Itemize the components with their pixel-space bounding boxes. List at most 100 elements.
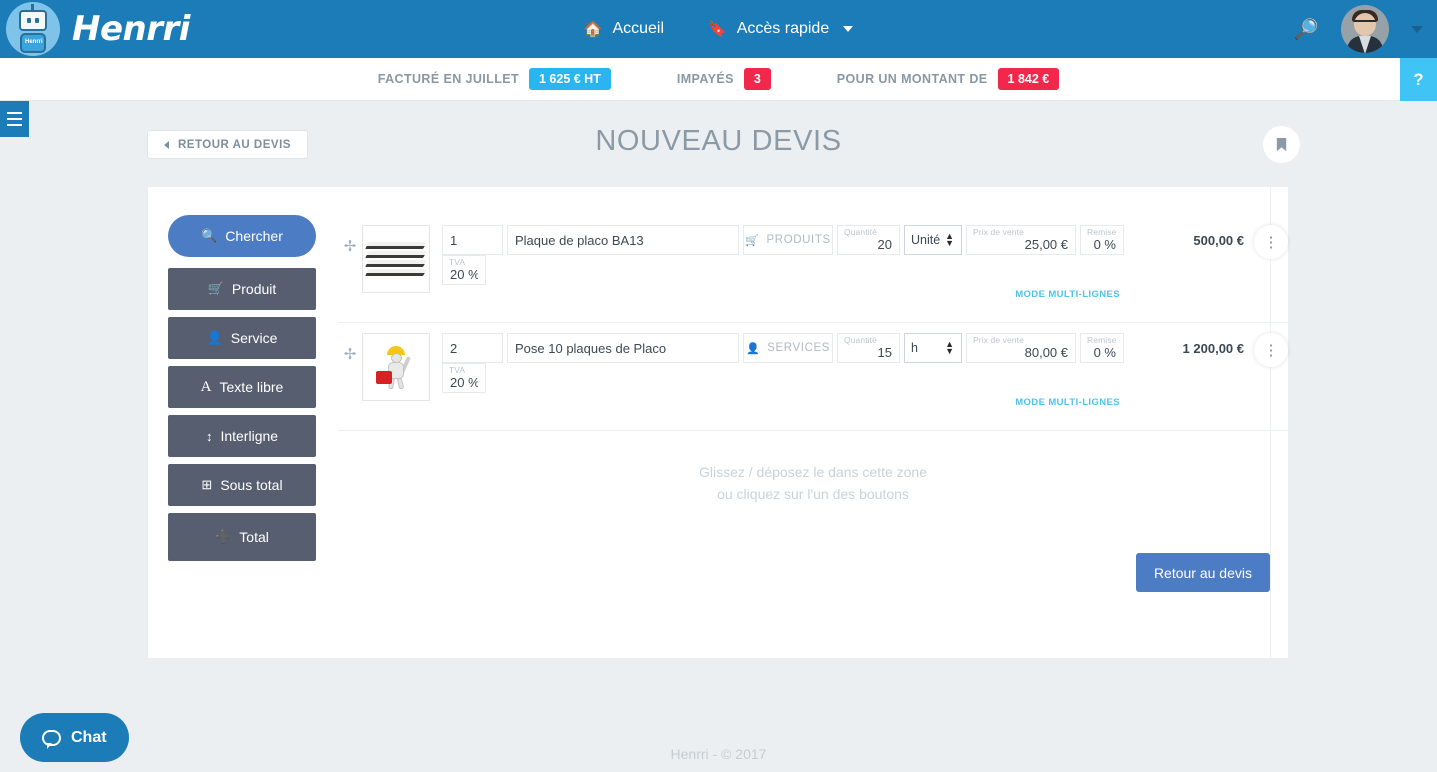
stat-factured: FACTURÉ EN JUILLET 1 625 € HT	[378, 68, 611, 90]
plus-square-icon: ⊞	[201, 477, 213, 492]
search-icon: 🔍	[201, 228, 218, 243]
line-unit-select-wrap[interactable]: Unité ▲ ▼	[904, 225, 962, 255]
table-row: ✢ 2 Pose 10 plaques de Placo 👤 SERVICES …	[338, 323, 1288, 431]
user-icon: 👤	[745, 342, 761, 355]
arrows-v-icon: ↕	[205, 428, 213, 444]
line-thumbnail[interactable]	[362, 333, 430, 401]
stat-unpaid-value: 3	[743, 68, 771, 90]
line-vat-field[interactable]: TVA	[442, 255, 486, 285]
line-discount-input[interactable]	[1081, 334, 1123, 362]
sidebar-item-interligne[interactable]: ↕ Interligne	[168, 415, 316, 457]
line-unit-select-wrap[interactable]: h ▲ ▼	[904, 333, 962, 363]
drag-handle-icon[interactable]: ✢	[338, 333, 362, 363]
sidebar-item-service-label: Service	[230, 330, 278, 346]
line-vat-input[interactable]	[443, 364, 485, 392]
line-ref-field[interactable]	[442, 225, 503, 255]
line-designation-field[interactable]	[507, 225, 739, 255]
home-icon: 🏠	[583, 20, 603, 38]
line-quantity-field[interactable]: Quantité	[837, 225, 900, 255]
line-items-area: ✢ 🛒 PRODUITS	[338, 187, 1288, 658]
stat-unpaid: IMPAYÉS 3	[677, 68, 771, 90]
back-to-quote-button[interactable]: Retour au devis	[1135, 553, 1270, 592]
line-unit-select[interactable]: h	[905, 334, 961, 362]
top-navbar: Henrri Henrri 🏠 Accueil 🔖 Accès rapide 🔍	[0, 0, 1437, 58]
line-price-field[interactable]: Prix de vente	[966, 225, 1076, 255]
nav-link-accueil-label: Accueil	[612, 20, 665, 37]
line-quantity-input[interactable]	[838, 334, 899, 362]
line-total: 1 200,00 €	[1182, 341, 1244, 356]
brand-logo[interactable]: Henrri Henrri	[0, 0, 190, 58]
search-icon[interactable]: 🔍	[1294, 17, 1319, 42]
multiline-mode-link[interactable]: MODE MULTI-LIGNES	[442, 397, 1148, 408]
user-menu-chevron-down-icon[interactable]	[1411, 25, 1423, 33]
row-menu-button[interactable]: ⋮	[1254, 333, 1288, 367]
stat-amount-value: 1 842 €	[997, 68, 1060, 90]
bookmark-icon: 🔖	[708, 20, 727, 38]
line-category-selector[interactable]: 👤 SERVICES	[743, 333, 833, 363]
multiline-mode-link[interactable]: MODE MULTI-LIGNES	[442, 289, 1148, 300]
sidebar-item-total-label: Total	[239, 529, 269, 545]
table-row: ✢ 🛒 PRODUITS	[338, 215, 1288, 323]
avatar[interactable]	[1341, 5, 1389, 53]
drop-zone-line1: Glissez / déposez le dans cette zone	[698, 464, 928, 480]
nav-link-accueil[interactable]: 🏠 Accueil	[584, 20, 664, 38]
line-total: 500,00 €	[1193, 233, 1244, 248]
bookmark-icon	[1276, 137, 1287, 152]
line-discount-field[interactable]: Remise	[1080, 333, 1124, 363]
line-vat-field[interactable]: TVA	[442, 363, 486, 393]
stats-bar: FACTURÉ EN JUILLET 1 625 € HT IMPAYÉS 3 …	[0, 58, 1437, 101]
stat-factured-value: 1 625 € HT	[529, 68, 611, 90]
sidebar-item-texte-libre-label: Texte libre	[219, 379, 284, 395]
line-thumbnail[interactable]	[362, 225, 430, 293]
line-price-input[interactable]	[967, 334, 1075, 362]
line-fields: 👤 SERVICES Quantité h ▲▼ Prix de	[442, 333, 1148, 408]
sidebar-item-produit[interactable]: 🛒 Produit	[168, 268, 316, 310]
line-quantity-field[interactable]: Quantité	[837, 333, 900, 363]
site-footer: Henrri - © 2017	[670, 746, 767, 762]
drop-zone[interactable]: Glissez / déposez le dans cette zone ou …	[338, 431, 1288, 539]
help-button[interactable]: ?	[1400, 58, 1437, 101]
line-price-input[interactable]	[967, 226, 1075, 254]
sidebar-item-sous-total-label: Sous total	[220, 477, 283, 493]
line-ref-input[interactable]	[443, 334, 502, 362]
stat-amount: POUR UN MONTANT DE 1 842 €	[836, 68, 1060, 90]
nav-link-acces-rapide-label: Accès rapide	[736, 20, 830, 37]
stat-amount-label: POUR UN MONTANT DE	[836, 72, 988, 86]
nav-links: 🏠 Accueil 🔖 Accès rapide	[0, 20, 1437, 38]
line-price-field[interactable]: Prix de vente	[966, 333, 1076, 363]
line-unit-select[interactable]: Unité	[905, 226, 961, 254]
line-discount-input[interactable]	[1081, 226, 1123, 254]
nav-link-acces-rapide[interactable]: 🔖 Accès rapide	[708, 20, 854, 38]
plus-circle-icon: ➕	[215, 529, 232, 544]
line-vat-input[interactable]	[443, 256, 485, 284]
cart-icon: 🛒	[745, 234, 760, 247]
line-category-label: SERVICES	[767, 342, 831, 354]
line-designation-input[interactable]	[508, 334, 738, 362]
sidebar-item-chercher[interactable]: 🔍 Chercher	[168, 215, 316, 257]
line-designation-field[interactable]	[507, 333, 739, 363]
sidebar-item-texte-libre[interactable]: A Texte libre	[168, 366, 316, 408]
cart-icon: 🛒	[207, 281, 224, 296]
line-designation-input[interactable]	[508, 226, 738, 254]
line-quantity-input[interactable]	[838, 226, 899, 254]
robot-badge-text: Henrri	[25, 39, 43, 45]
line-fields: 🛒 PRODUITS Quantité Unité ▲▼ Pri	[442, 225, 1148, 300]
line-category-selector[interactable]: 🛒 PRODUITS	[743, 225, 833, 255]
row-menu-button[interactable]: ⋮	[1254, 225, 1288, 259]
stat-unpaid-label: IMPAYÉS	[676, 72, 734, 86]
line-ref-input[interactable]	[443, 226, 502, 254]
chat-bubble-icon	[42, 729, 61, 749]
chevron-down-icon	[843, 26, 854, 32]
sidebar-item-service[interactable]: 👤 Service	[168, 317, 316, 359]
sidebar-item-interligne-label: Interligne	[220, 428, 279, 444]
line-discount-field[interactable]: Remise	[1080, 225, 1124, 255]
card-actions: Retour au devis	[338, 539, 1288, 592]
drag-handle-icon[interactable]: ✢	[338, 225, 362, 255]
sidebar-item-total[interactable]: ➕ Total	[168, 513, 316, 561]
chat-label: Chat	[71, 728, 107, 746]
sidebar-item-sous-total[interactable]: ⊞ Sous total	[168, 464, 316, 506]
user-icon: 👤	[206, 330, 223, 345]
page-header: RETOUR AU DEVIS NOUVEAU DEVIS	[0, 101, 1437, 187]
line-ref-field[interactable]	[442, 333, 503, 363]
bookmark-button[interactable]	[1263, 126, 1300, 163]
